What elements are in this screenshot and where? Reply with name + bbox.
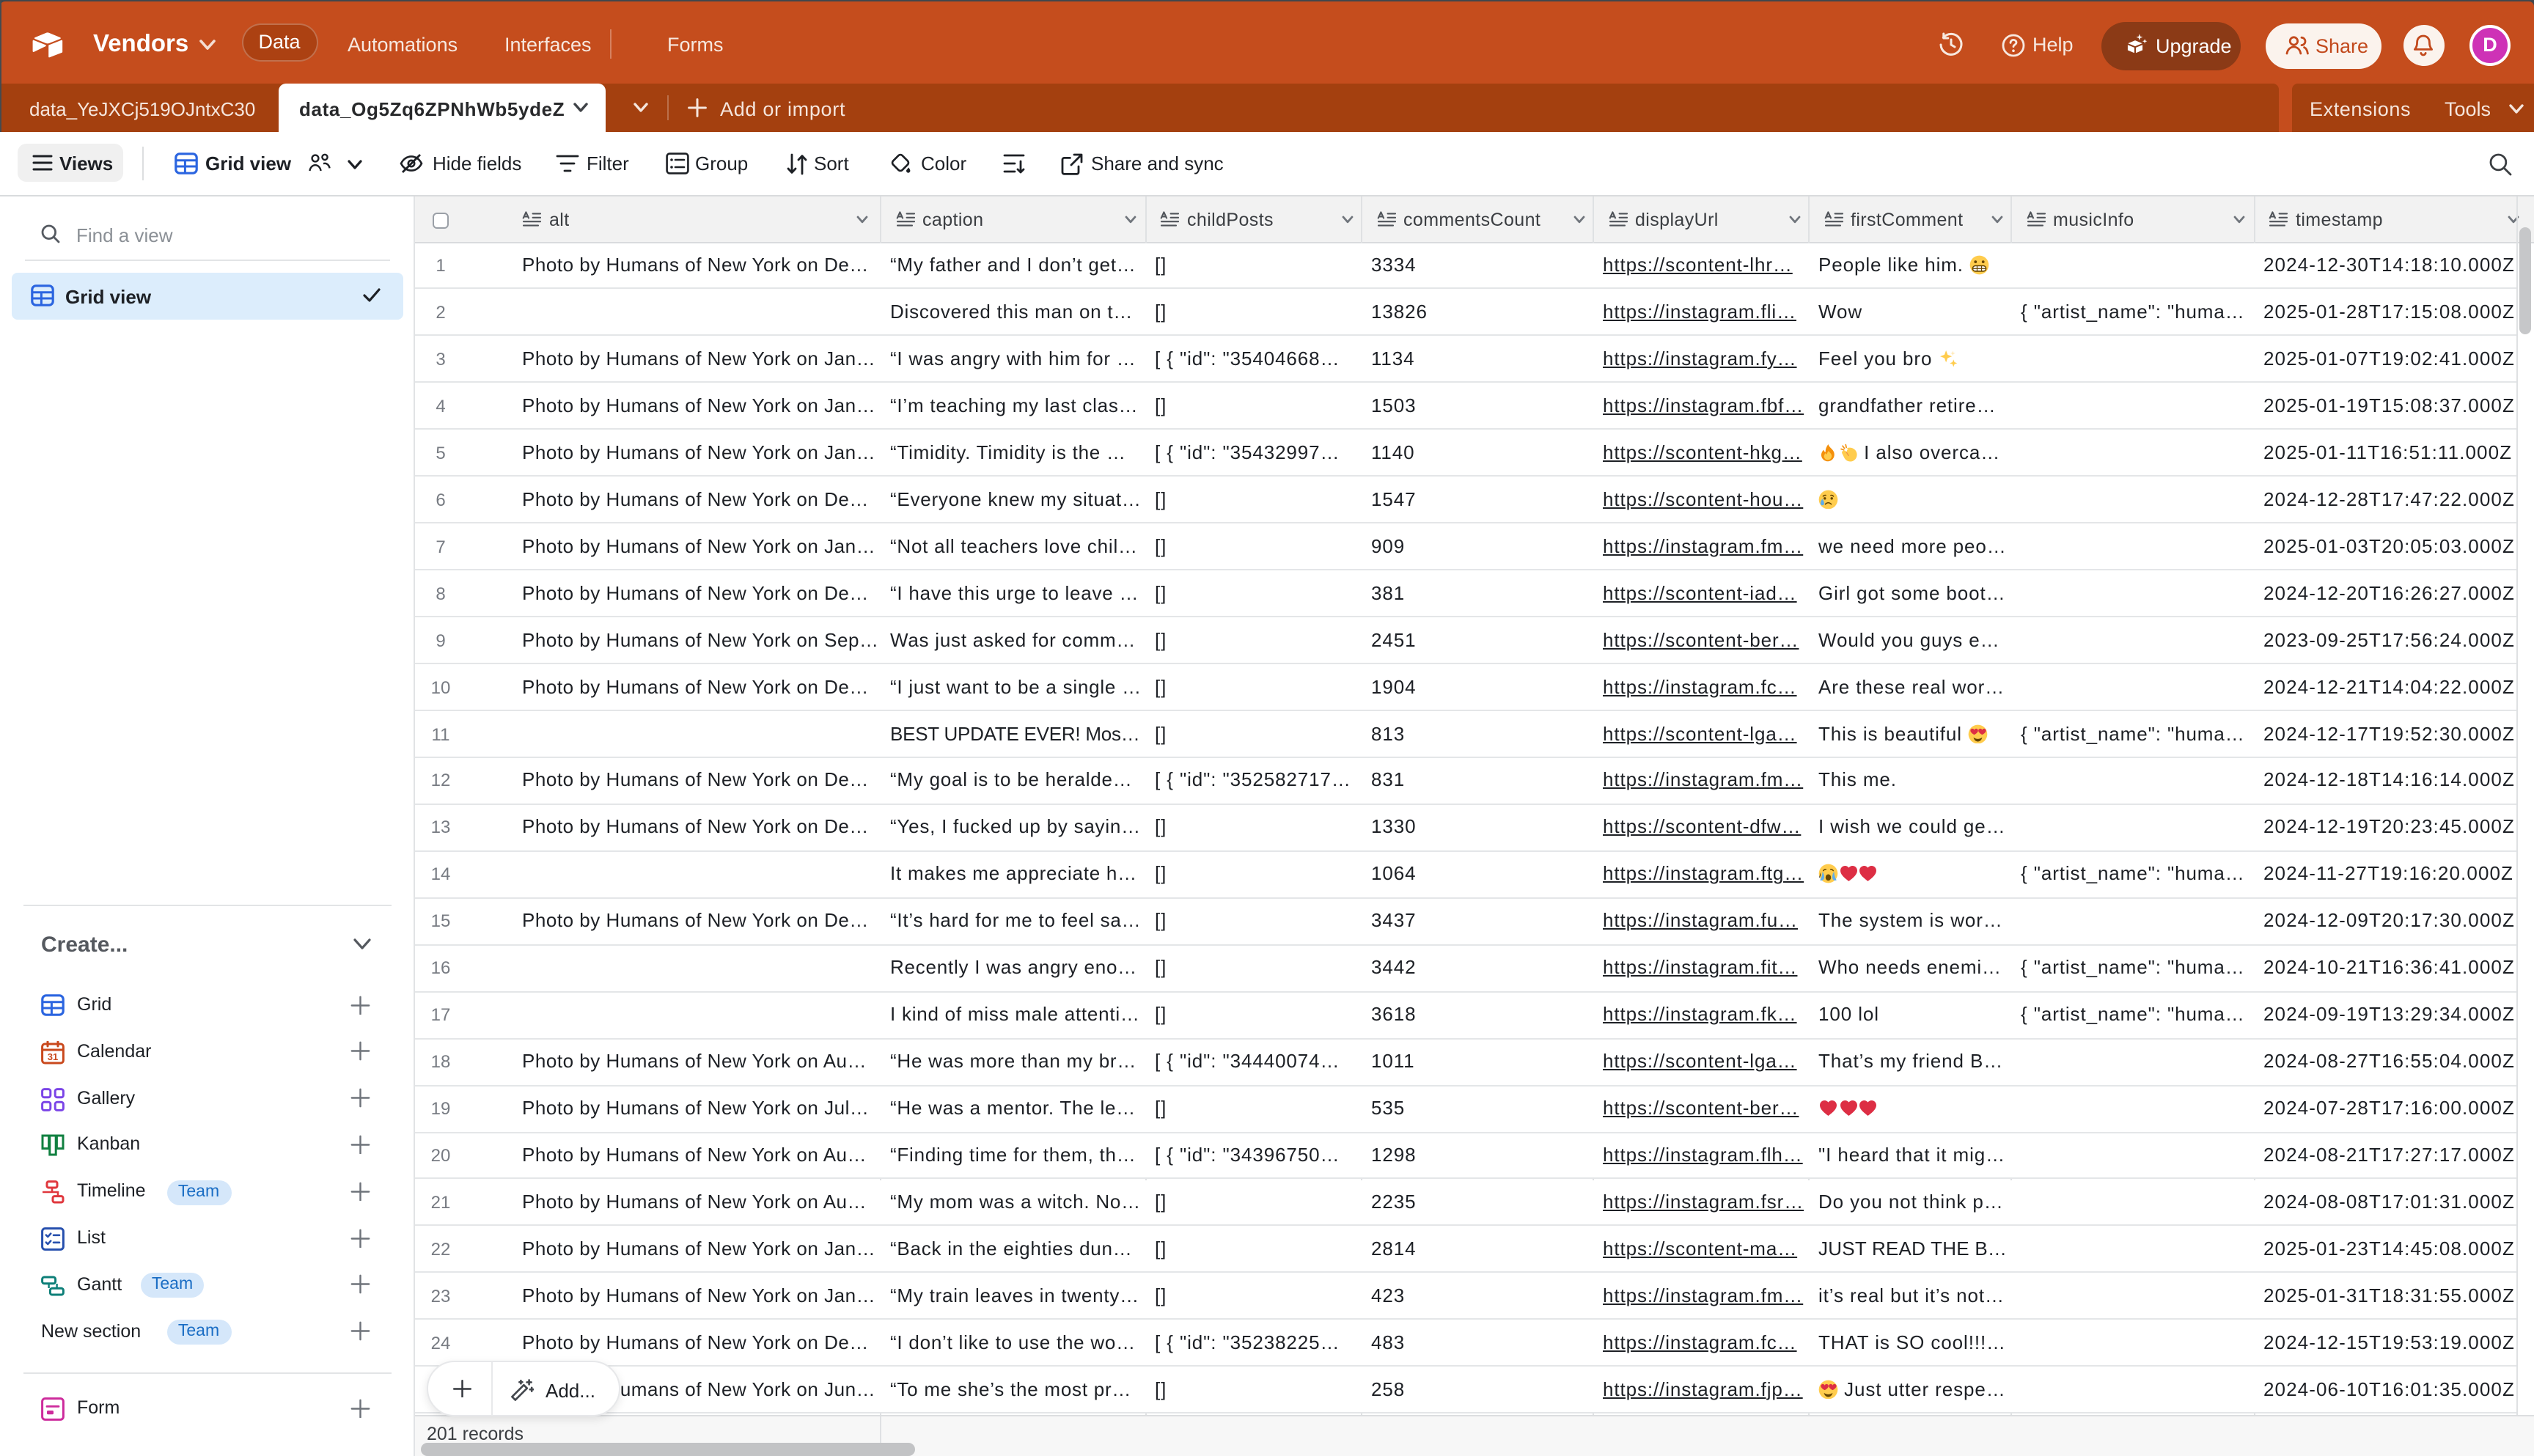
svg-text:31: 31 (48, 1051, 58, 1062)
